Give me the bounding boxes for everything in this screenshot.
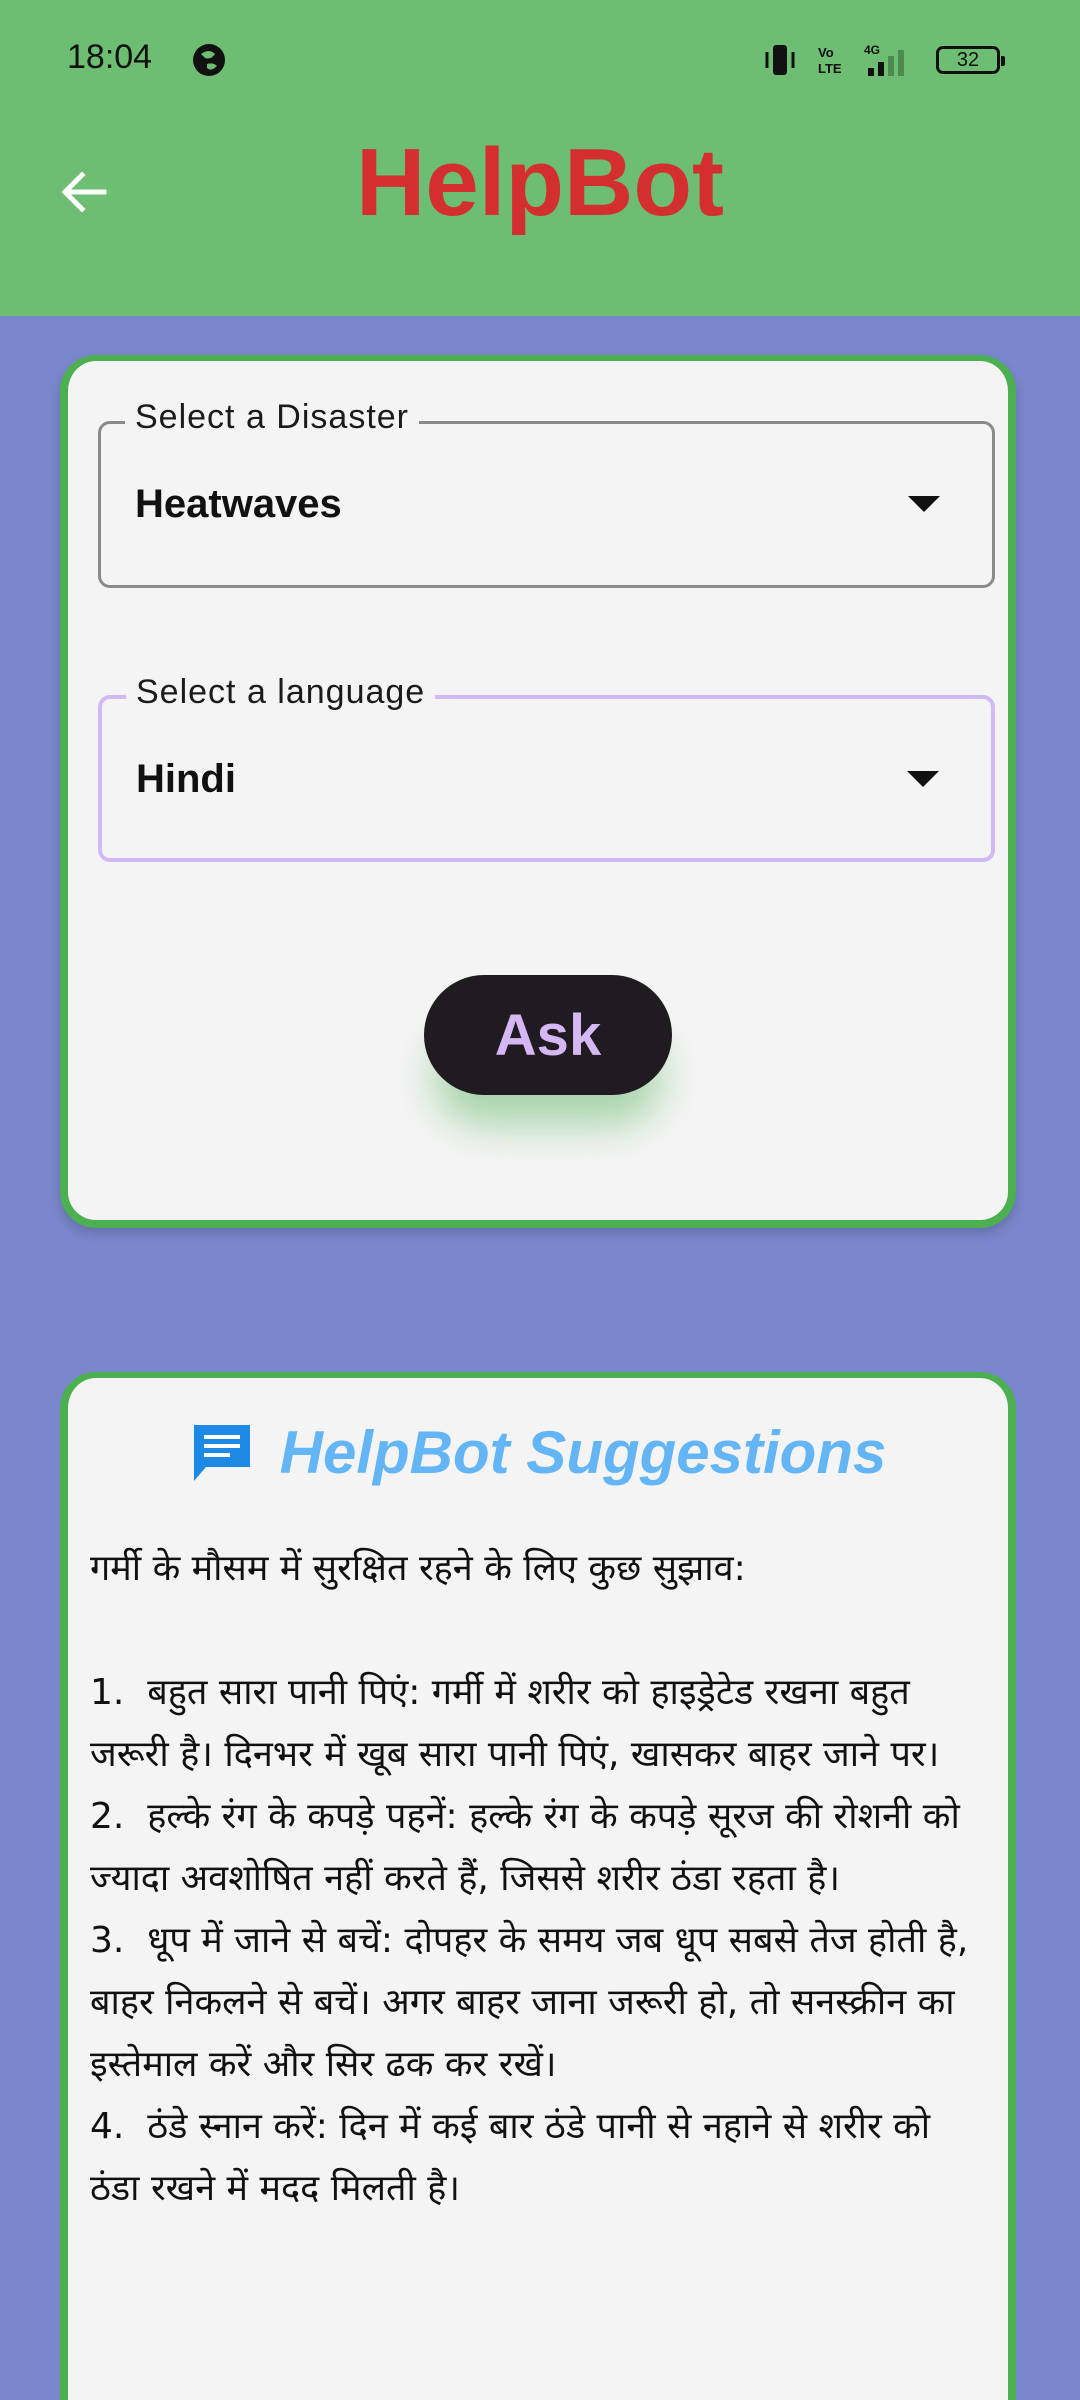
disaster-label: Select a Disaster	[125, 398, 419, 437]
suggestions-card: HelpBot Suggestions गर्मी के मौसम में सु…	[60, 1372, 1016, 2400]
vibrate-icon	[765, 45, 795, 75]
suggestions-header: HelpBot Suggestions	[68, 1418, 1008, 1487]
volte-icon: Vo LTE	[818, 45, 842, 76]
svg-text:LTE: LTE	[818, 61, 842, 76]
language-dropdown[interactable]: Select a language Hindi	[98, 673, 995, 862]
suggestions-text: गर्मी के मौसम में सुरक्षित रहने के लिए क…	[90, 1548, 969, 2209]
chat-icon	[193, 1424, 250, 1481]
status-icons: Vo LTE 4G 32	[760, 40, 1005, 80]
ask-button[interactable]: Ask	[424, 975, 672, 1095]
language-value: Hindi	[136, 757, 236, 801]
page-title: HelpBot	[356, 129, 724, 236]
suggestions-title: HelpBot Suggestions	[279, 1419, 887, 1486]
disaster-dropdown[interactable]: Select a Disaster Heatwaves	[98, 398, 995, 588]
status-time: 18:04	[67, 38, 153, 76]
signal-4g-icon: 4G	[864, 43, 904, 76]
dropdown-arrow-icon	[908, 496, 940, 512]
battery-icon: 32	[936, 46, 1005, 74]
app-bar: 18:04 Vo LTE 4G 32 HelpBot	[0, 0, 1080, 316]
svg-text:Vo: Vo	[818, 45, 834, 60]
query-card: Select a Disaster Heatwaves Select a lan…	[60, 355, 1016, 1228]
dropdown-arrow-icon	[907, 771, 939, 787]
language-label: Select a language	[126, 673, 436, 712]
disaster-value: Heatwaves	[135, 482, 342, 526]
browser-icon	[193, 44, 225, 76]
svg-text:4G: 4G	[864, 43, 880, 57]
